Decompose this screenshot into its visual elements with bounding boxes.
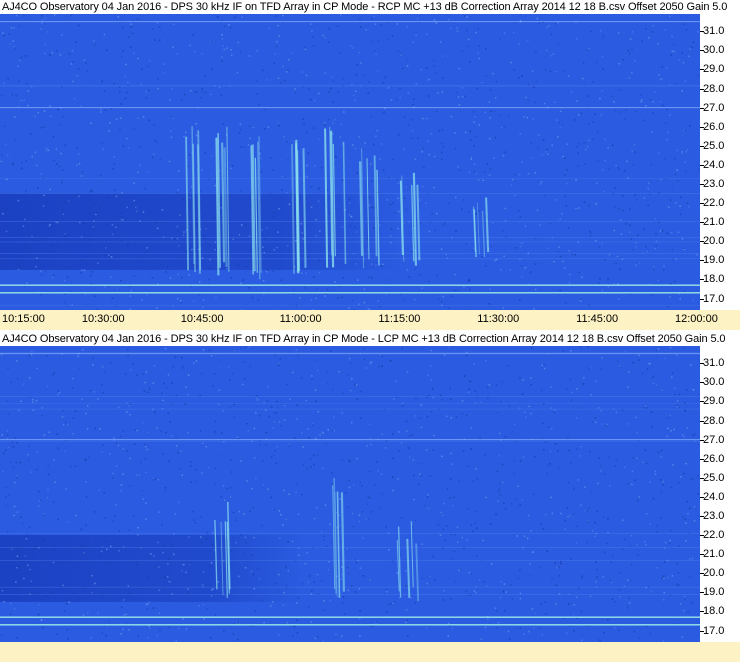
y-tick-label: 28.0 <box>703 414 725 427</box>
y-tick-label: 25.0 <box>703 471 725 484</box>
y-tick-label: 26.0 <box>703 452 725 465</box>
x-tick-label: 11:30:00 <box>477 313 520 325</box>
y-tick-label: 28.0 <box>703 82 725 95</box>
y-tick-label: 20.0 <box>703 567 725 580</box>
y-tick-label: 27.0 <box>703 101 725 114</box>
y-tick-label: 18.0 <box>703 605 725 618</box>
x-tick-label: 10:45:00 <box>180 313 224 325</box>
y-tick-label: 27.0 <box>703 433 725 446</box>
y-tick-label: 23.0 <box>703 178 725 190</box>
y-tick-label: 22.0 <box>703 197 725 210</box>
y-tick-label: 30.0 <box>703 44 725 57</box>
spectrogram-canvas <box>0 346 700 642</box>
rcp-panel: AJ4CO Observatory 04 Jan 2016 - DPS 30 k… <box>0 0 740 330</box>
y-tick-label: 23.0 <box>703 510 725 522</box>
y-tick-label: 31.0 <box>703 25 725 38</box>
x-tick-label: 12:00:00 <box>675 313 718 325</box>
y-tick-label: 24.0 <box>703 490 725 503</box>
y-tick-label: 18.0 <box>703 273 725 286</box>
x-tick-label: 11:45:00 <box>576 313 619 325</box>
x-tick-label: 11:15:00 <box>378 313 421 325</box>
y-tick-label: 31.0 <box>703 357 725 370</box>
y-tick-label: 21.0 <box>703 548 725 561</box>
absorption-band <box>0 535 302 602</box>
y-tick-label: 20.0 <box>703 235 725 248</box>
y-tick-label: 24.0 <box>703 158 725 171</box>
y-tick-label: 29.0 <box>703 63 725 76</box>
frequency-axis: 31.0 30.0 29.0 28.0 27.0 26.0 25.0 24.0 23.0 22.0… <box>700 346 740 642</box>
chart-title: AJ4CO Observatory 04 Jan 2016 - DPS 30 k… <box>2 1 728 13</box>
time-axis <box>0 642 740 662</box>
spectrogram-canvas <box>0 14 700 310</box>
y-tick-label: 17.0 <box>703 292 725 305</box>
x-tick-label: 10:15:00 <box>2 313 45 325</box>
y-tick-label: 19.0 <box>703 254 725 267</box>
y-tick-label: 29.0 <box>703 395 725 408</box>
y-tick-label: 19.0 <box>703 586 725 599</box>
y-tick-label: 26.0 <box>703 120 725 133</box>
y-tick-label: 22.0 <box>703 529 725 542</box>
y-tick-label: 21.0 <box>703 216 725 229</box>
spectrogram-figure: AJ4CO Observatory 04 Jan 2016 - DPS 30 k… <box>0 0 740 664</box>
y-tick-label: 30.0 <box>703 376 725 389</box>
chart-title: AJ4CO Observatory 04 Jan 2016 - DPS 30 k… <box>2 333 726 345</box>
x-tick-label: 10:30:00 <box>81 313 125 325</box>
spectrogram-plot <box>0 346 700 642</box>
spectrogram-plot <box>0 14 700 310</box>
x-tick-label: 11:00:00 <box>279 313 322 325</box>
time-axis: 10:15:00 10:30:00 10:45:00 11:00:00 11:15:00… <box>0 310 740 330</box>
frequency-axis: 31.0 30.0 29.0 28.0 27.0 26.0 25.0 24.0 23.0 22.0… <box>700 14 740 310</box>
y-tick-label: 25.0 <box>703 139 725 152</box>
lcp-panel: AJ4CO Observatory 04 Jan 2016 - DPS 30 k… <box>0 332 740 664</box>
y-tick-label: 17.0 <box>703 624 725 637</box>
